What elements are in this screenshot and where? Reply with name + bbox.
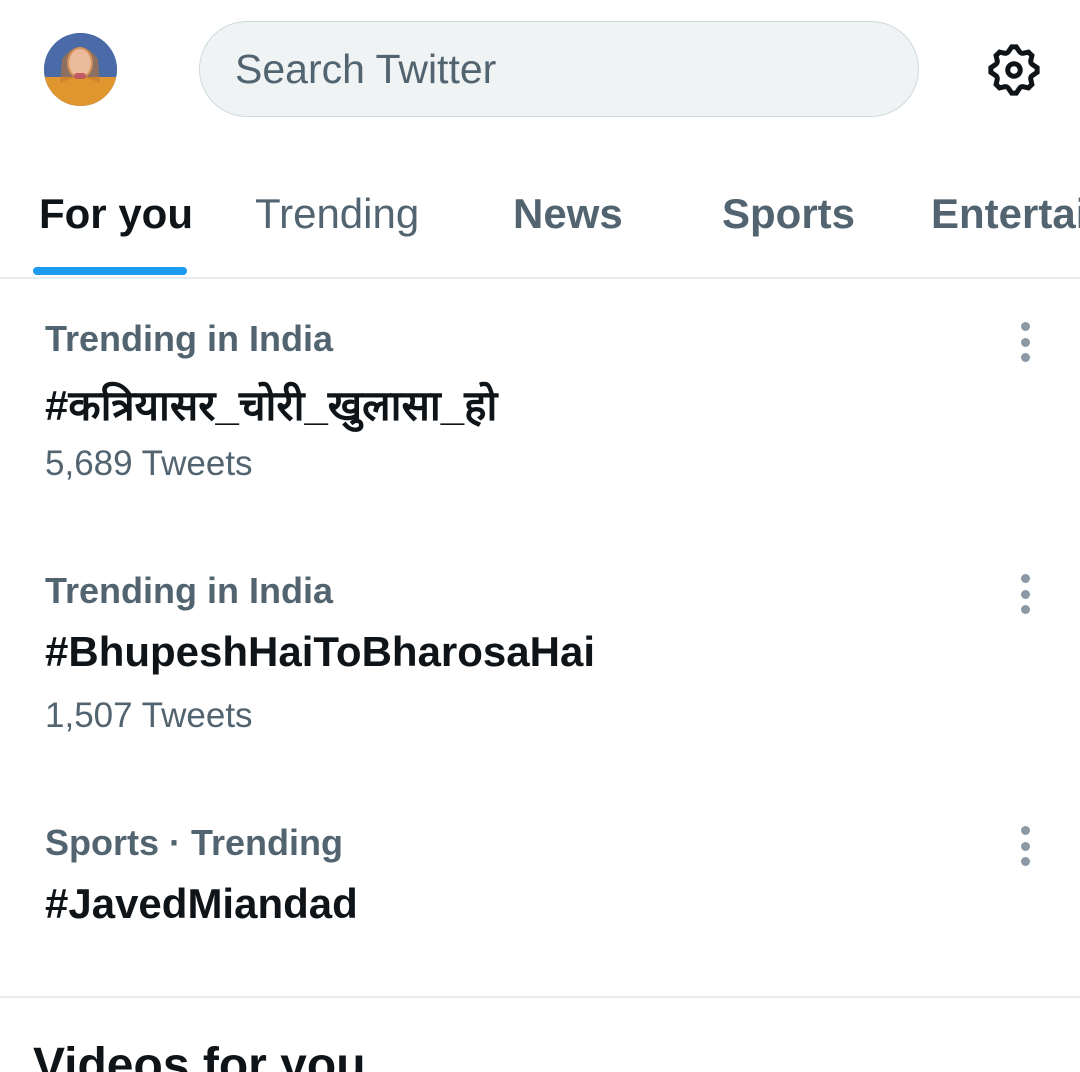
trend-item[interactable]: Trending in India #BhupeshHaiToBharosaHa… xyxy=(0,570,1080,770)
tab-trending[interactable]: Trending xyxy=(255,190,419,238)
trend-context: Trending in India xyxy=(45,570,333,611)
trend-context: Trending in India xyxy=(45,318,333,359)
section-divider xyxy=(0,996,1080,998)
more-options-icon[interactable] xyxy=(1008,826,1042,866)
search-input[interactable] xyxy=(233,44,877,94)
trend-hashtag: #JavedMiandad xyxy=(45,880,358,927)
gear-icon[interactable] xyxy=(984,40,1044,100)
tab-for-you[interactable]: For you xyxy=(39,190,193,238)
more-options-icon[interactable] xyxy=(1008,322,1042,362)
tab-news[interactable]: News xyxy=(513,190,623,238)
section-title: Videos for you xyxy=(33,1039,366,1072)
search-bar[interactable] xyxy=(199,21,919,117)
top-bar xyxy=(0,0,1080,140)
trend-hashtag: #कत्रियासर_चोरी_खुलासा_हो xyxy=(45,382,498,429)
trend-item[interactable]: Trending in India #कत्रियासर_चोरी_खुलासा… xyxy=(0,318,1080,518)
explore-tabs: For you Trending News Sports Entertai xyxy=(0,160,1080,279)
explore-page: For you Trending News Sports Entertai Tr… xyxy=(0,0,1080,1072)
avatar-image xyxy=(44,33,117,106)
more-options-icon[interactable] xyxy=(1008,574,1042,614)
trend-hashtag: #BhupeshHaiToBharosaHai xyxy=(45,628,595,675)
tab-sports[interactable]: Sports xyxy=(722,190,855,238)
user-avatar[interactable] xyxy=(44,33,117,106)
trend-item[interactable]: Sports · Trending #JavedMiandad xyxy=(0,822,1080,962)
trend-tweet-count: 5,689 Tweets xyxy=(45,444,253,483)
trend-context: Sports · Trending xyxy=(45,822,344,863)
active-tab-indicator xyxy=(33,267,187,275)
trend-tweet-count: 1,507 Tweets xyxy=(45,696,253,735)
tab-entertainment[interactable]: Entertai xyxy=(931,190,1080,238)
